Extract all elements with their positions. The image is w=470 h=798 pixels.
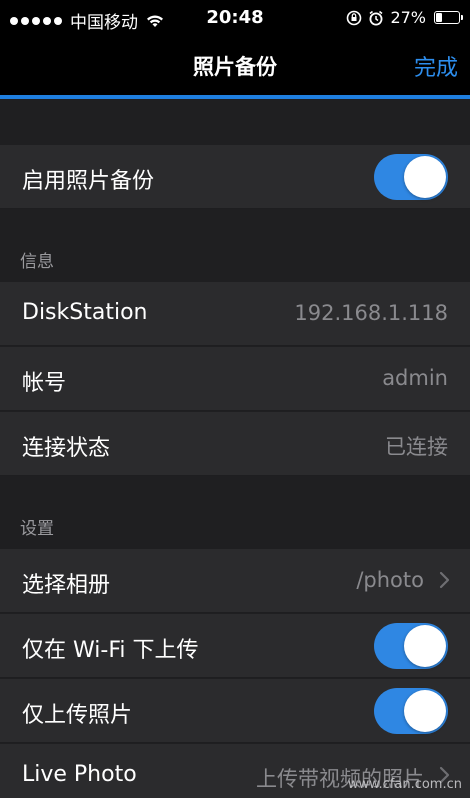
wifi-only-label: 仅在 Wi-Fi 下上传 (22, 638, 199, 663)
wifi-only-row: 仅在 Wi-Fi 下上传 (0, 614, 470, 678)
account-label: 帐号 (22, 371, 67, 396)
toggle-knob (404, 625, 446, 667)
alarm-icon (369, 10, 383, 25)
select-album-label: 选择相册 (22, 573, 111, 598)
chevron-right-icon (439, 571, 450, 589)
info-section-header: 信息 (20, 252, 54, 272)
connection-label: 连接状态 (22, 436, 111, 461)
toggle-knob (404, 690, 446, 732)
settings-section-header: 设置 (20, 519, 54, 539)
connection-row: 连接状态 已连接 (0, 412, 470, 476)
select-album-value: /photo (356, 568, 424, 592)
battery-percent: 27% (390, 8, 426, 27)
account-row: 帐号 admin (0, 347, 470, 411)
status-bar: 中国移动 20:48 27% (0, 0, 470, 36)
status-right: 27% (346, 8, 463, 27)
diskstation-address: 192.168.1.118 (294, 301, 448, 325)
photos-only-toggle[interactable] (374, 688, 448, 734)
rotation-lock-icon (347, 10, 362, 25)
diskstation-label: DiskStation (22, 300, 148, 325)
enable-backup-label: 启用照片备份 (22, 169, 155, 194)
toggle-knob (404, 156, 446, 198)
wifi-only-toggle[interactable] (374, 623, 448, 669)
watermark: www.cfan.com.cn (347, 777, 462, 792)
diskstation-row: DiskStation 192.168.1.118 (0, 282, 470, 346)
select-album-row[interactable]: 选择相册 /photo (0, 549, 470, 613)
enable-backup-row: 启用照片备份 (0, 145, 470, 209)
connection-status: 已连接 (385, 435, 448, 459)
navigation-bar: 照片备份 完成 (0, 36, 470, 96)
done-button[interactable]: 完成 (414, 50, 458, 82)
account-value: admin (382, 366, 448, 390)
page-title: 照片备份 (193, 55, 277, 79)
live-photo-label: Live Photo (22, 762, 137, 787)
nav-accent-line (0, 95, 470, 99)
battery-icon (434, 11, 463, 24)
photos-only-row: 仅上传照片 (0, 679, 470, 743)
enable-backup-toggle[interactable] (374, 154, 448, 200)
photos-only-label: 仅上传照片 (22, 703, 133, 728)
